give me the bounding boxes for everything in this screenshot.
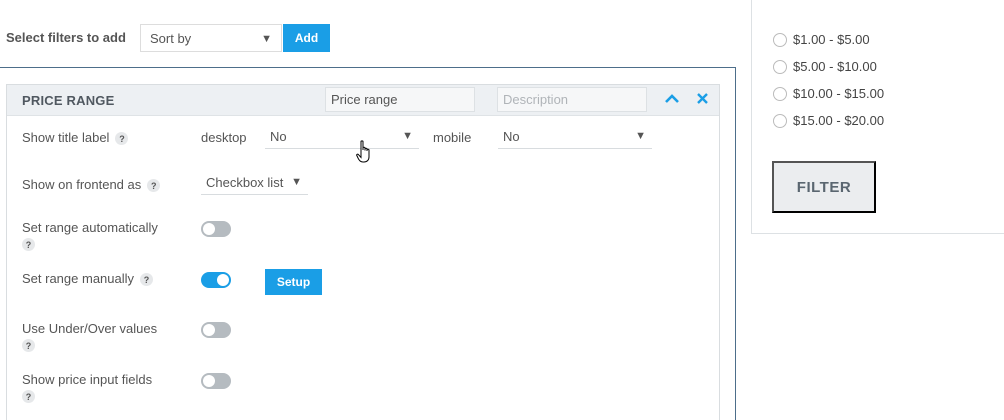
- price-inputs-row: Show price input fields ?: [22, 372, 152, 403]
- mobile-title-value: No: [503, 129, 520, 144]
- set-range-auto-text: Set range automatically: [22, 220, 158, 235]
- under-over-row: Use Under/Over values ?: [22, 321, 157, 352]
- desktop-title-select[interactable]: No ▼: [265, 127, 419, 149]
- price-range-header: PRICE RANGE: [7, 85, 719, 116]
- radio-button[interactable]: [773, 113, 787, 128]
- show-title-label-text: Show title label: [22, 130, 110, 145]
- caret-down-icon: ▼: [635, 130, 646, 142]
- price-range-title: PRICE RANGE: [22, 93, 115, 108]
- price-option-label: $1.00 - $5.00: [793, 32, 870, 47]
- sort-by-select[interactable]: Sort by ▼: [140, 24, 282, 52]
- help-icon[interactable]: ?: [115, 132, 129, 146]
- price-option-label: $5.00 - $10.00: [793, 59, 877, 74]
- desktop-label: desktop: [201, 130, 247, 145]
- show-frontend-row: Show on frontend as?: [22, 177, 161, 193]
- desktop-title-value: No: [270, 129, 287, 144]
- filter-preview: $1.00 - $5.00 $5.00 - $10.00 $10.00 - $1…: [751, 0, 1004, 234]
- toggle-knob: [203, 324, 215, 336]
- select-filters-label: Select filters to add: [6, 30, 126, 45]
- toggle-knob: [203, 223, 215, 235]
- hand-cursor-icon: [356, 140, 374, 167]
- set-range-manual-row: Set range manually?: [22, 271, 154, 287]
- price-option-3[interactable]: $10.00 - $15.00: [773, 86, 884, 101]
- price-option-label: $15.00 - $20.00: [793, 113, 885, 128]
- price-inputs-text: Show price input fields: [22, 372, 153, 387]
- help-icon[interactable]: ?: [147, 179, 161, 193]
- caret-down-icon: ▼: [261, 33, 272, 45]
- sort-by-value: Sort by: [150, 31, 192, 46]
- title-input[interactable]: [325, 87, 475, 112]
- price-range-panel: PRICE RANGE Show title label? desktop No…: [6, 84, 720, 420]
- radio-button[interactable]: [773, 32, 787, 47]
- radio-button[interactable]: [773, 86, 787, 101]
- set-range-auto-toggle[interactable]: [201, 221, 231, 237]
- toggle-knob: [203, 375, 215, 387]
- help-icon[interactable]: ?: [22, 390, 35, 403]
- description-input[interactable]: [497, 87, 647, 112]
- set-range-manual-toggle[interactable]: [201, 272, 231, 288]
- chevron-up-icon[interactable]: [665, 90, 679, 110]
- set-range-auto-row: Set range automatically ?: [22, 220, 158, 251]
- close-icon[interactable]: [697, 90, 708, 110]
- set-range-manual-text: Set range manually: [22, 271, 135, 286]
- setup-button[interactable]: Setup: [265, 269, 322, 295]
- under-over-text: Use Under/Over values: [22, 321, 158, 336]
- price-option-label: $10.00 - $15.00: [793, 86, 885, 101]
- help-icon[interactable]: ?: [22, 238, 35, 251]
- caret-down-icon: ▼: [291, 176, 302, 188]
- filter-button[interactable]: FILTER: [772, 161, 876, 213]
- mobile-label: mobile: [433, 130, 472, 145]
- price-inputs-toggle[interactable]: [201, 373, 231, 389]
- show-title-label-row: Show title label?: [22, 130, 129, 146]
- mobile-title-select[interactable]: No ▼: [498, 127, 652, 149]
- help-icon[interactable]: ?: [22, 339, 35, 352]
- price-option-4[interactable]: $15.00 - $20.00: [773, 113, 884, 128]
- show-frontend-text: Show on frontend as: [22, 177, 142, 192]
- frontend-type-value: Checkbox list: [206, 175, 284, 190]
- caret-down-icon: ▼: [402, 130, 413, 142]
- under-over-toggle[interactable]: [201, 322, 231, 338]
- price-option-2[interactable]: $5.00 - $10.00: [773, 59, 877, 74]
- price-option-1[interactable]: $1.00 - $5.00: [773, 32, 870, 47]
- toggle-knob: [217, 274, 229, 286]
- frontend-type-select[interactable]: Checkbox list ▼: [201, 173, 308, 195]
- add-filter-button[interactable]: Add: [283, 24, 330, 52]
- radio-button[interactable]: [773, 59, 787, 74]
- help-icon[interactable]: ?: [140, 273, 154, 287]
